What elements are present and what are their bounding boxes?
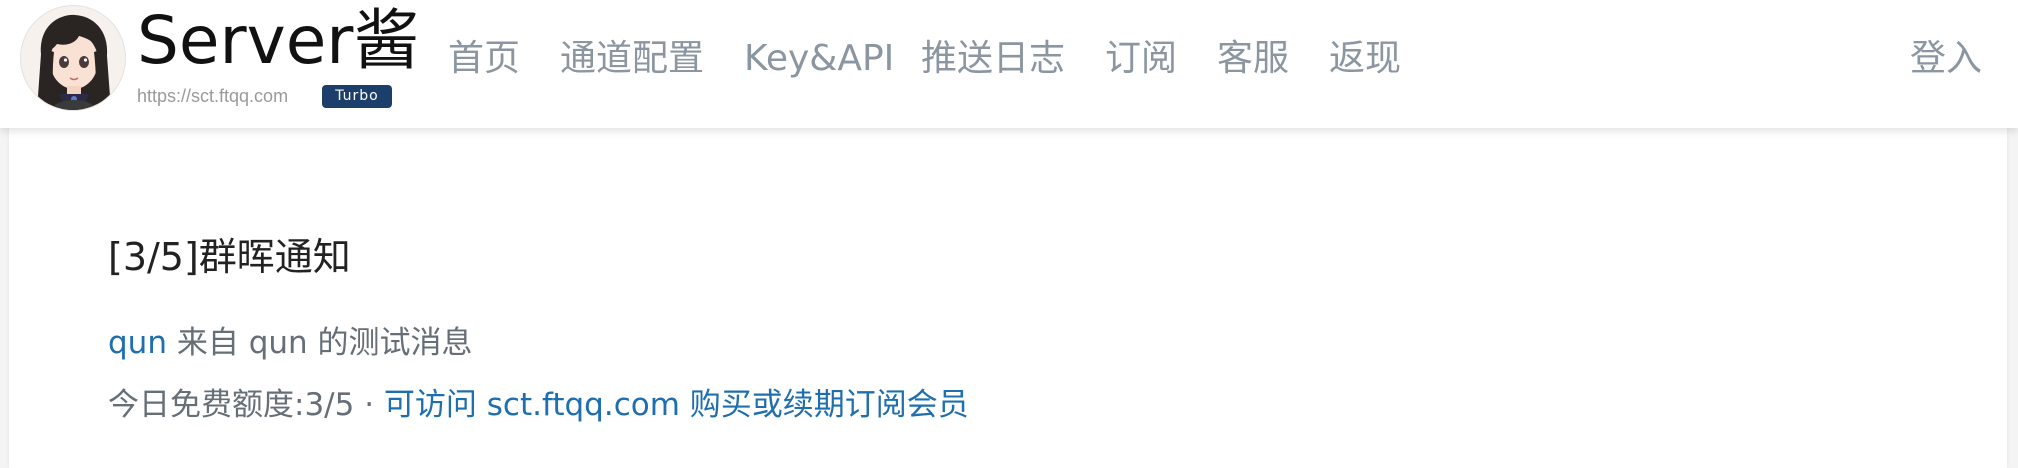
- nav-item-support[interactable]: 客服: [1217, 34, 1289, 84]
- message-text: 来自 qun 的测试消息: [176, 325, 473, 361]
- purchase-link[interactable]: 可访问 sct.ftqq.com 购买或续期订阅会员: [384, 387, 969, 423]
- sender-link[interactable]: qun: [108, 325, 167, 361]
- nav-item-channel-config[interactable]: 通道配置: [560, 34, 704, 84]
- nav-item-subscribe[interactable]: 订阅: [1105, 34, 1177, 84]
- quota-line: 今日免费额度:3/5 · 可访问 sct.ftqq.com 购买或续期订阅会员: [108, 384, 969, 426]
- brand-url: https://sct.ftqq.com: [137, 86, 289, 106]
- top-navbar: Server酱 https://sct.ftqq.com Turbo 首页 通道…: [0, 0, 2018, 128]
- anime-girl-avatar-icon: [37, 14, 111, 110]
- nav-item-home[interactable]: 首页: [448, 34, 520, 84]
- login-link[interactable]: 登入: [1910, 34, 1982, 84]
- quota-text: 今日免费额度:3/5 ·: [108, 387, 384, 423]
- nav-item-cashback[interactable]: 返现: [1329, 34, 1401, 84]
- turbo-badge: Turbo: [322, 85, 392, 108]
- nav-item-push-log[interactable]: 推送日志: [921, 34, 1065, 84]
- nav-item-key-api[interactable]: Key&API: [744, 34, 894, 84]
- brand-title[interactable]: Server酱: [137, 2, 419, 80]
- avatar[interactable]: [20, 5, 126, 111]
- message-body: qun 来自 qun 的测试消息: [108, 322, 473, 364]
- message-title: [3/5]群晖通知: [108, 235, 351, 279]
